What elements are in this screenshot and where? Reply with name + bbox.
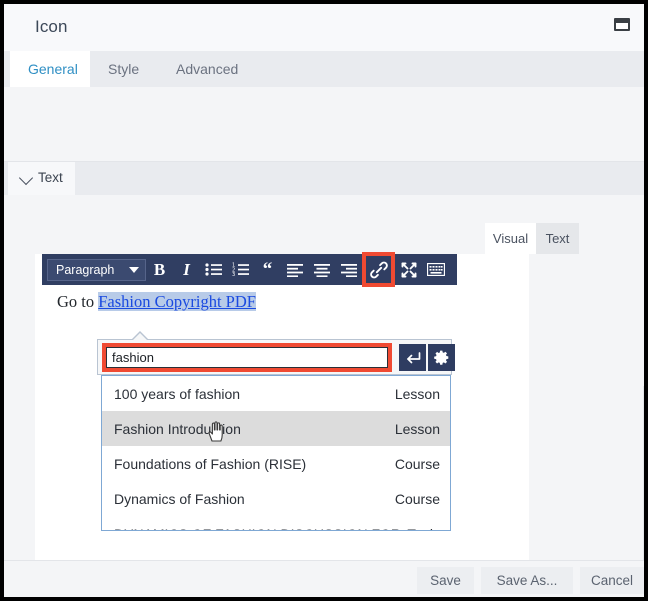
align-left-icon[interactable] [281,254,308,285]
list-item[interactable]: DYNAMICS OF FASHION DISCUSSION FORUM Top… [102,516,450,531]
save-button[interactable]: Save [417,567,474,594]
italic-icon[interactable]: I [173,254,200,285]
icon-settings-modal: Icon General Style Advanced Text Visual … [4,4,644,597]
align-center-icon[interactable] [308,254,335,285]
enter-return-icon[interactable] [399,344,426,371]
list-item[interactable]: Fashion Introduction Lesson [102,411,450,446]
link-url-field-highlight [102,343,392,372]
fullscreen-icon[interactable] [395,254,422,285]
suggestion-type: Topic [399,526,440,531]
settings-tabstrip: General Style Advanced [4,51,644,88]
format-select-label: Paragraph [56,262,115,277]
tab-general[interactable]: General [10,51,90,87]
list-item[interactable]: Dynamics of Fashion Course [102,481,450,516]
suggestion-type: Lesson [394,420,440,437]
save-as-button[interactable]: Save As... [481,567,573,594]
popover-arrow-inner [132,333,148,341]
svg-text:3: 3 [232,272,235,277]
editor-content-area[interactable]: Go to Fashion Copyright PDF [42,292,512,312]
general-tab-blank-area [4,87,644,162]
suggestion-title: DYNAMICS OF FASHION DISCUSSION FORUM [114,526,399,531]
tab-style[interactable]: Style [90,51,158,87]
list-item[interactable]: 100 years of fashion Lesson [102,376,450,411]
blockquote-icon[interactable]: “ [254,254,281,285]
tab-text[interactable]: Text [536,223,579,254]
link-suggestions-dropdown[interactable]: 100 years of fashion Lesson Fashion Intr… [101,375,451,531]
tab-advanced[interactable]: Advanced [158,51,262,87]
insert-link-popover [97,331,455,375]
tab-visual[interactable]: Visual [485,223,536,254]
text-editor-panel: Visual Text Paragraph B I 1 2 3 “ Go to … [4,195,644,597]
insert-link-icon[interactable] [362,252,395,287]
window-restore-bar [616,20,628,23]
suggestion-type: Course [394,455,440,472]
modal-titlebar: Icon [4,4,644,52]
suggestion-title: 100 years of fashion [114,385,241,402]
text-section-toggle[interactable]: Text [8,162,75,195]
list-item[interactable]: Foundations of Fashion (RISE) Course [102,446,450,481]
chevron-down-icon [18,170,34,186]
gear-icon[interactable] [428,344,455,371]
editor-text-prefix: Go to [57,292,99,311]
window-restore-icon[interactable] [614,18,632,33]
chevron-down-icon [129,266,139,273]
suggestion-title: Fashion Introduction [114,420,241,437]
suggestion-title: Dynamics of Fashion [114,490,245,507]
bulleted-list-icon[interactable] [200,254,227,285]
modal-footer: Save Save As... Cancel [4,560,644,597]
suggestion-type: Lesson [394,385,440,402]
numbered-list-icon[interactable]: 1 2 3 [227,254,254,285]
cancel-button[interactable]: Cancel [580,567,644,594]
selected-link-text[interactable]: Fashion Copyright PDF [98,292,256,311]
suggestion-type: Course [394,490,440,507]
page-title: Icon [35,17,68,36]
toolbar-toggle-icon[interactable] [422,254,449,285]
link-url-input[interactable] [106,347,388,368]
align-right-icon[interactable] [335,254,362,285]
bold-icon[interactable]: B [146,254,173,285]
suggestion-title: Foundations of Fashion (RISE) [114,455,307,472]
text-section-bar: Text [4,162,644,195]
editor-canvas: Paragraph B I 1 2 3 “ Go to Fashion Copy… [35,252,529,560]
format-select[interactable]: Paragraph [47,258,146,281]
editor-toolbar: Paragraph B I 1 2 3 “ [42,252,457,287]
text-section-label: Text [38,170,63,185]
